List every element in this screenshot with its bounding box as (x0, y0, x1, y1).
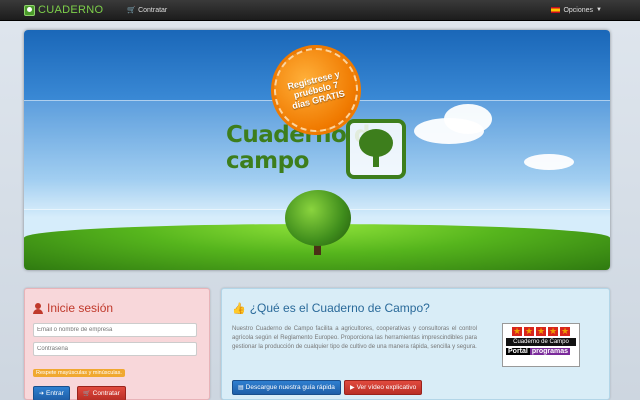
case-warning-label: Respete mayúsculas y minúsculas. (33, 369, 125, 377)
cart-icon: 🛒 (127, 7, 137, 14)
watch-video-button[interactable]: ▶ Ver vídeo explicativo (343, 380, 423, 395)
password-input[interactable] (33, 342, 197, 356)
nav-contratar-label: Contratar (138, 6, 168, 14)
star-icon: ★ (524, 326, 534, 336)
rating-stars: ★ ★ ★ ★ ★ (506, 327, 576, 336)
portal-logo: Portal programas (506, 348, 576, 355)
thumbs-up-icon: 👍 (232, 302, 246, 315)
nav-contratar[interactable]: 🛒 Contratar (127, 6, 168, 15)
email-input[interactable] (33, 323, 197, 337)
options-label: Opciones (563, 6, 594, 14)
star-icon: ★ (560, 326, 570, 336)
options-dropdown[interactable]: Opciones ▼ (551, 7, 602, 14)
user-icon (33, 302, 43, 314)
portal-award-title: Cuaderno de Campo (506, 338, 576, 346)
login-title-text: Inicie sesión (47, 301, 114, 315)
brand-link[interactable]: CUADERNO (24, 0, 103, 21)
enter-button[interactable]: ➔ Entrar (33, 386, 70, 400)
free-trial-text: Regístrese y pruébelo 7 días GRATIS (286, 68, 346, 112)
login-title: Inicie sesión (33, 301, 201, 315)
watch-video-label: Ver vídeo explicativo (356, 384, 417, 391)
login-panel: Inicie sesión Respete mayúsculas y minús… (24, 288, 210, 400)
cart-icon: 🛒 (83, 391, 91, 397)
star-icon: ★ (512, 326, 522, 336)
video-icon: ▶ (349, 385, 355, 391)
spain-flag-icon (551, 7, 561, 13)
info-description: Nuestro Cuaderno de Campo facilita a agr… (232, 326, 477, 350)
contract-button-label: Contratar (92, 390, 120, 397)
info-panel: 👍 ¿Qué es el Cuaderno de Campo? Nuestro … (221, 288, 610, 400)
hero-banner: Cuaderno de campo Regístrese y pruébelo … (24, 30, 610, 270)
star-icon: ★ (536, 326, 546, 336)
tree-logo-icon (346, 119, 406, 179)
contract-button[interactable]: 🛒 Contratar (77, 386, 126, 400)
portal-word: Portal (506, 348, 530, 355)
enter-button-label: Entrar (46, 390, 64, 397)
programas-word: programas (529, 348, 571, 355)
info-title: 👍 ¿Qué es el Cuaderno de Campo? (232, 301, 601, 315)
sign-in-icon: ➔ (39, 391, 45, 397)
download-guide-label: Descargue nuestra guía rápida (245, 384, 335, 391)
star-icon: ★ (548, 326, 558, 336)
brand-name: CUADERNO (38, 4, 104, 16)
caret-down-icon: ▼ (596, 7, 602, 13)
download-guide-button[interactable]: ▤ Descargue nuestra guía rápida (232, 380, 341, 395)
top-navbar: CUADERNO 🛒 Contratar Opciones ▼ (0, 0, 640, 21)
info-title-text: ¿Qué es el Cuaderno de Campo? (249, 301, 430, 315)
portal-programas-award[interactable]: ★ ★ ★ ★ ★ Cuaderno de Campo Portal progr… (502, 323, 580, 367)
tree-canopy (285, 190, 351, 246)
file-icon: ▤ (238, 385, 244, 391)
brand-logo-icon (24, 4, 35, 16)
